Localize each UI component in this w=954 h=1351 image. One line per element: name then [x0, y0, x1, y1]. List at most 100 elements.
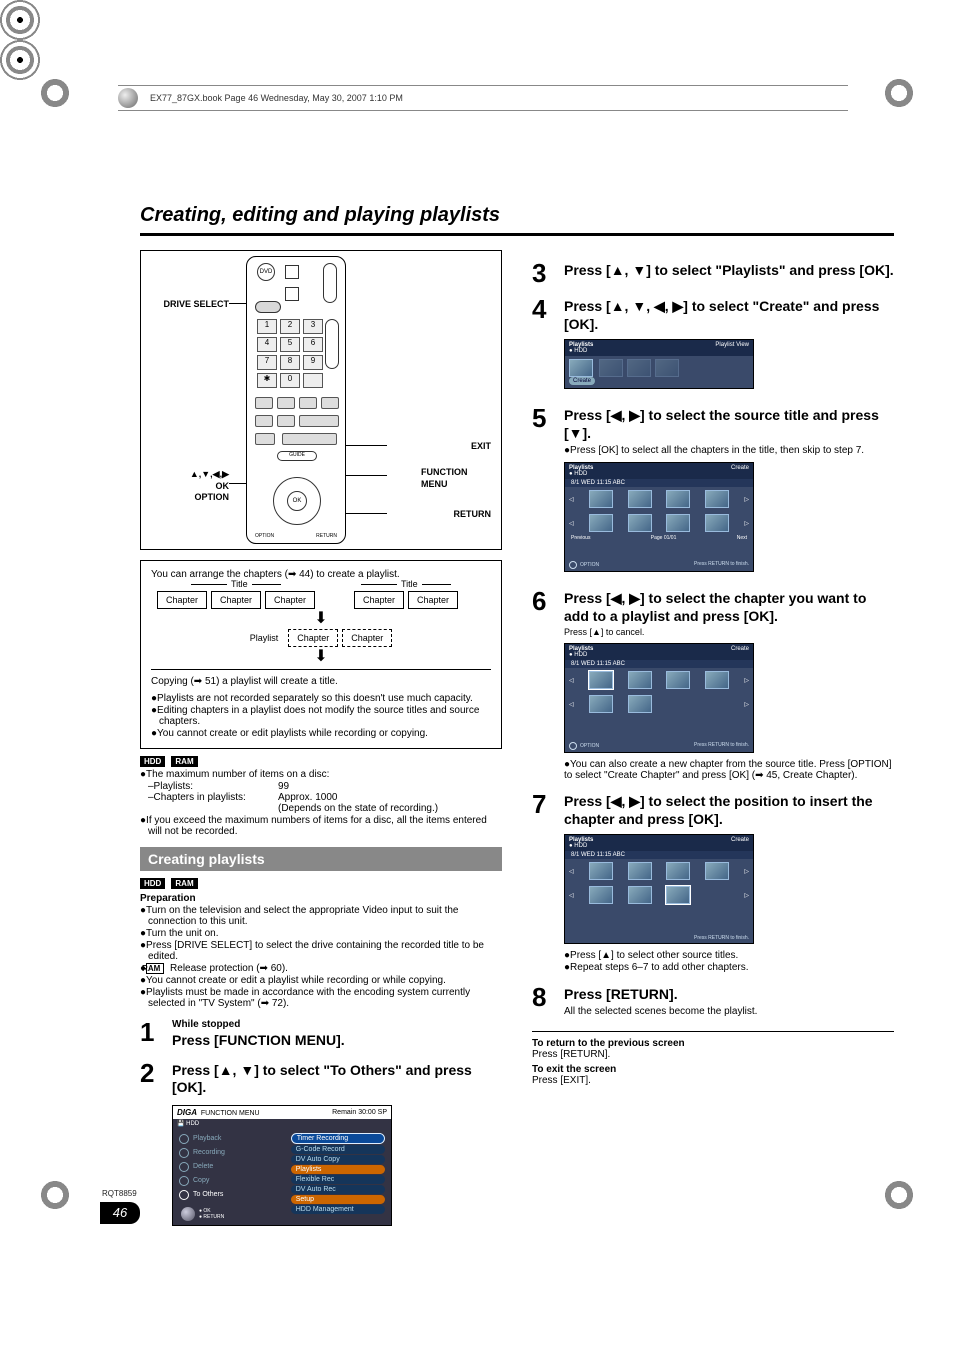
thumb-icon: [666, 490, 690, 508]
playlist-concept-diagram: You can arrange the chapters (➡ 44) to c…: [140, 560, 502, 749]
playlist-chapter-cell: Chapter: [342, 629, 392, 647]
nav-ball-icon: [569, 742, 577, 750]
fm-item: Playlists: [291, 1165, 385, 1174]
step-title: Press [◀, ▶] to select the position to i…: [564, 793, 894, 828]
fm-item: DV Auto Copy: [291, 1155, 385, 1164]
doc-code: RQT8859: [102, 1189, 137, 1198]
step-7: 7 Press [◀, ▶] to select the position to…: [532, 791, 894, 974]
page-title: Creating, editing and playing playlists: [140, 200, 894, 236]
prep-item: ●Turn the unit on.: [140, 928, 502, 939]
crop-mark-icon: [40, 78, 70, 108]
thumb-icon: [589, 514, 613, 532]
others-icon: [179, 1190, 189, 1200]
copying-note: Copying (➡ 51) a playlist will create a …: [151, 669, 491, 687]
step-post-note: ●You can also create a new chapter from …: [564, 759, 894, 781]
registration-mark-icon: [0, 0, 40, 40]
chapter-cell: Chapter: [354, 591, 404, 609]
page-number-badge: 46: [100, 1202, 140, 1224]
thumb-placeholder-icon: [599, 359, 623, 377]
thumb-icon: [628, 490, 652, 508]
guide-btn-icon: GUIDE: [277, 451, 317, 461]
label-function-menu: FUNCTION MENU: [421, 467, 491, 490]
pause-btn-icon: [277, 415, 295, 427]
prep-item: ●RAM Release protection (➡ 60).: [140, 963, 502, 974]
step-2: 2 Press [▲, ▼] to select "To Others" and…: [140, 1060, 502, 1226]
nav-ring-icon: OK: [273, 477, 321, 525]
create-chapter-screenshot: Playlists● HDDCreate 8/1 WED 11:15 ABC ◁…: [564, 643, 754, 753]
thumb-insert-icon: [666, 886, 690, 904]
book-orb-icon: [118, 88, 138, 108]
prep-item: ●Turn on the television and select the a…: [140, 905, 502, 927]
thumb-icon: [589, 862, 613, 880]
fm-item: Timer Recording: [291, 1133, 385, 1144]
step-title: Press [◀, ▶] to select the chapter you w…: [564, 590, 894, 625]
create-source-screenshot: Playlists● HDDCreate 8/1 WED 11:15 ABC ◁…: [564, 462, 754, 572]
numeric-keypad: 1 2 3 4 5 6 7 8 9 ✱ 0: [257, 319, 323, 388]
fm-item: Setup: [291, 1195, 385, 1204]
function-menu-screenshot: DIGA FUNCTION MENU Remain 30:00 SP 💾 HDD…: [172, 1105, 392, 1226]
key-0: 0: [280, 373, 300, 388]
fm-remain: Remain 30:00 SP: [332, 1109, 387, 1116]
crop-mark-icon: [884, 1180, 914, 1210]
step-4: 4 Press [▲, ▼, ◀, ▶] to select "Create" …: [532, 296, 894, 395]
ok-button-icon: OK: [287, 491, 307, 511]
key-9: 9: [303, 355, 323, 370]
chapter-cell: Chapter: [408, 591, 458, 609]
thumb-icon: [705, 671, 729, 689]
diagram-note: ●Playlists are not recorded separately s…: [151, 693, 491, 704]
step-5: 5 Press [◀, ▶] to select the source titl…: [532, 405, 894, 578]
tv-button-icon: [285, 265, 299, 279]
drive-select-icon: [255, 301, 281, 313]
key-4: 4: [257, 337, 277, 352]
play-btn-icon: [299, 415, 339, 427]
hdd-tag: HDD: [140, 756, 165, 767]
hdd-tag: HDD: [140, 878, 165, 889]
chapter-cell: Chapter: [265, 591, 315, 609]
chapter-cell: Chapter: [211, 591, 261, 609]
key-star-icon: ✱: [257, 373, 277, 388]
step-number: 4: [532, 296, 554, 395]
playlists-label: –Playlists:: [148, 781, 278, 792]
thumb-icon: [589, 886, 613, 904]
diagram-note: ●You cannot create or edit playlists whi…: [151, 728, 491, 739]
label-drive-select: DRIVE SELECT: [149, 299, 229, 311]
thumb-icon: [628, 886, 652, 904]
registration-mark-icon: [0, 40, 40, 80]
thumb-icon: [666, 514, 690, 532]
step-sub: Press [▲] to cancel.: [564, 627, 894, 637]
ms-date: 8/1 WED 11:15 ABC: [565, 479, 753, 487]
chapter-cell: Chapter: [157, 591, 207, 609]
thumb-icon: [628, 695, 652, 713]
thumb-placeholder-icon: [655, 359, 679, 377]
key-8: 8: [280, 355, 300, 370]
step-number: 7: [532, 791, 554, 974]
prep-item: ●Playlists must be made in accordance wi…: [140, 987, 502, 1009]
thumb-icon: [628, 862, 652, 880]
create-pill: Create: [569, 377, 595, 385]
step-3: 3 Press [▲, ▼] to select "Playlists" and…: [532, 260, 894, 286]
step-number: 1: [140, 1019, 162, 1050]
insert-position-screenshot: Playlists● HDDCreate 8/1 WED 11:15 ABC ◁…: [564, 834, 754, 944]
disc-limits-intro: ●The maximum number of items on a disc:: [140, 769, 502, 780]
ch-rocker-icon: [325, 319, 339, 369]
step-title: Press [▲, ▼, ◀, ▶] to select "Create" an…: [564, 298, 894, 333]
thumb-icon: [569, 359, 593, 377]
remote-diagram: DRIVE SELECT ▲,▼,◀,▶ OK OPTION EXIT FUNC…: [140, 250, 502, 550]
step-number: 5: [532, 405, 554, 578]
step-title: Press [▲, ▼] to select "To Others" and p…: [172, 1062, 502, 1097]
key-1: 1: [257, 319, 277, 334]
rec-icon: [179, 1148, 189, 1158]
thumb-icon: [705, 514, 729, 532]
ram-tag: RAM: [171, 756, 197, 767]
title-label-2: Title: [397, 579, 422, 589]
ms-date: 8/1 WED 11:15 ABC: [565, 851, 753, 859]
title-label-1: Title: [227, 579, 252, 589]
thumb-icon: [628, 514, 652, 532]
exit-screen-text: Press [EXIT].: [532, 1075, 894, 1086]
exceed-note: ●If you exceed the maximum numbers of it…: [140, 815, 502, 837]
step-number: 6: [532, 588, 554, 781]
chapters-label: –Chapters in playlists:: [148, 792, 278, 803]
step-after-note: ●Press [▲] to select other source titles…: [564, 950, 894, 961]
thumb-icon: [705, 490, 729, 508]
thumb-icon: [666, 862, 690, 880]
